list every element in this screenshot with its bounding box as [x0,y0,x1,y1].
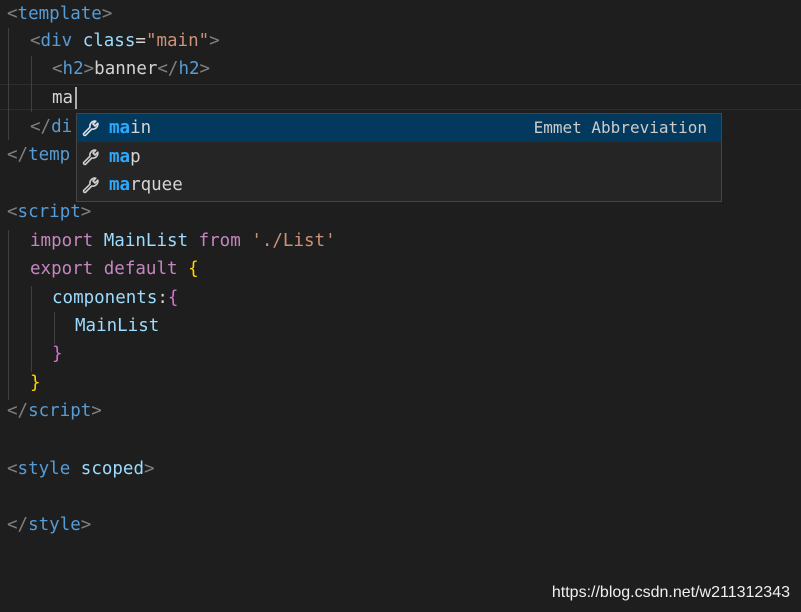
identifier: components [52,288,158,308]
tag-name: script [28,401,92,421]
identifier: MainList [75,316,160,336]
indent-guide [8,28,9,140]
code-line[interactable]: <script> [7,198,801,226]
suggestion-item[interactable]: map [77,143,721,171]
code-line[interactable]: import MainList from './List' [30,227,801,255]
tag-bracket: > [83,59,95,79]
tag-bracket: < [7,459,18,479]
tag-bracket: < [7,4,18,24]
brace: } [52,344,63,364]
tag-bracket: </ [7,401,29,421]
code-line[interactable]: <template> [7,0,801,28]
text-cursor [75,87,77,109]
code-line-current[interactable]: ma [52,84,801,112]
wrench-icon [82,177,99,194]
code-line[interactable]: <div class="main"> [30,27,801,55]
suggestion-rest: in [130,118,152,138]
brace: } [30,373,41,393]
colon: : [157,288,168,308]
tag-bracket: < [7,202,18,222]
suggestion-label: main [109,114,151,142]
tag-bracket: </ [30,117,52,137]
tag-bracket: </ [157,59,179,79]
suggest-widget: main Emmet Abbreviation map marquee [76,113,722,202]
attribute-value: "main" [145,31,210,51]
code-line[interactable]: <style scoped> [7,455,801,483]
tag-bracket: < [52,59,63,79]
indent-guide [8,230,9,400]
match-highlight: ma [109,175,131,195]
suggestion-item[interactable]: marquee [77,171,721,199]
suggestion-label: marquee [109,171,183,199]
tag-bracket: > [80,515,92,535]
typed-text: ma [52,88,74,108]
tag-name: di [51,117,73,137]
tag-bracket: </ [7,515,29,535]
code-line[interactable]: } [30,369,801,397]
match-highlight: ma [109,118,131,138]
wrench-icon [82,149,99,166]
tag-name: h2 [178,59,200,79]
suggestion-item[interactable]: main Emmet Abbreviation [77,114,721,142]
tag-bracket: </ [7,145,29,165]
code-line[interactable]: } [52,340,801,368]
code-line[interactable]: MainList [75,312,801,340]
tag-bracket: < [30,31,41,51]
tag-bracket: > [144,459,155,479]
tag-name: style [17,459,71,479]
keyword: from [198,231,241,251]
code-line[interactable]: <h2>banner</h2> [52,55,801,83]
match-highlight: ma [109,147,131,167]
attribute-name: scoped [80,459,144,479]
tag-name: temp [28,145,71,165]
watermark: https://blog.csdn.net/w211312343 [551,584,790,601]
wrench-icon [82,120,99,137]
suggestion-label: map [109,143,141,171]
brace: { [188,259,199,279]
tag-bracket: > [209,31,220,51]
suggestion-rest: p [130,147,141,167]
suggestion-rest: rquee [130,175,183,195]
tag-bracket: > [101,4,113,24]
code-line[interactable]: </script> [7,397,801,425]
tag-name: script [17,202,81,222]
tag-name: h2 [62,59,84,79]
indent-guide [31,56,32,112]
code-line[interactable]: </style> [7,511,801,539]
tag-bracket: > [91,401,102,421]
code-editor[interactable]: <template> <div class="main"> <h2>banner… [0,0,801,612]
indent-guide [31,286,32,372]
brace: { [167,288,179,308]
tag-name: style [28,515,81,535]
attribute-name: class [82,31,136,51]
string-literal: './List' [251,231,336,251]
keyword: default [103,259,178,279]
text-content: banner [94,59,158,79]
equals-sign: = [135,31,146,51]
code-line[interactable]: components:{ [52,284,801,312]
tag-bracket: > [199,59,211,79]
code-line[interactable]: export default { [30,255,801,283]
tag-name: div [40,31,73,51]
tag-name: template [17,4,102,24]
suggestion-detail: Emmet Abbreviation [533,118,707,137]
